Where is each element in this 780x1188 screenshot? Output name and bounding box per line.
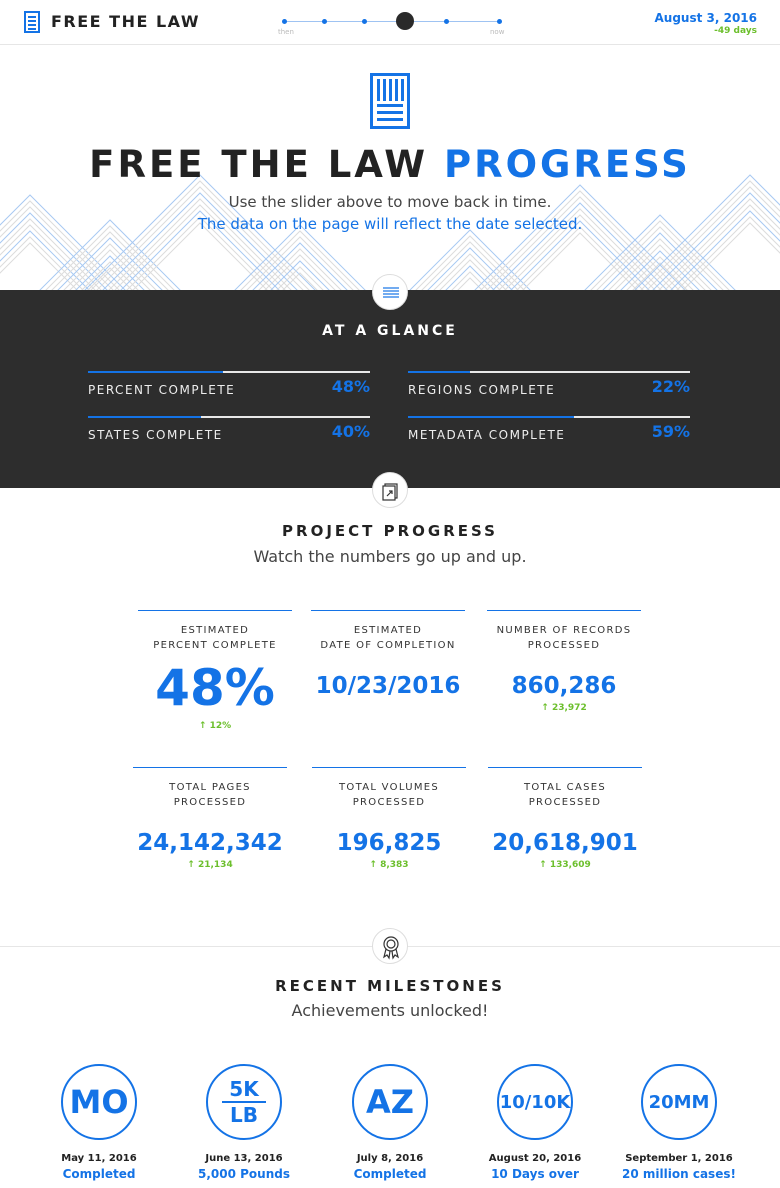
milestone-badge: 5K LB [206, 1064, 282, 1140]
at-a-glance-section: AT A GLANCE PERCENT COMPLETE 48% REGIONS… [0, 274, 780, 508]
slider-handle[interactable] [396, 12, 414, 30]
progress-subtitle: Watch the numbers go up and up. [253, 547, 527, 566]
stat-volumes-processed: TOTAL VOLUMES PROCESSED 196,825 ↑ 8,383 [312, 767, 466, 870]
milestone-item[interactable]: 10/10K August 20, 2016 10 Days over [470, 1064, 600, 1182]
stat-delta: ↑ 12% [198, 721, 232, 731]
milestones-title: RECENT MILESTONES [275, 977, 505, 995]
slider-start-label: then [278, 28, 294, 36]
milestone-text: 5,000 Pounds [198, 1167, 290, 1181]
milestone-date: June 13, 2016 [205, 1153, 283, 1164]
hero-instruction: Use the slider above to move back in tim… [228, 193, 552, 211]
metric-metadata-complete: METADATA COMPLETE 59% [408, 416, 690, 450]
milestone-badge: 20MM [641, 1064, 717, 1140]
stat-cases-processed: TOTAL CASES PROCESSED 20,618,901 ↑ 133,60… [488, 767, 642, 870]
book-logo-icon[interactable] [24, 11, 40, 33]
page-title: FREE THE LAW PROGRESS [89, 143, 691, 186]
milestone-date: May 11, 2016 [61, 1153, 137, 1164]
metric-regions-complete: REGIONS COMPLETE 22% [408, 371, 690, 405]
milestone-text: Completed [62, 1167, 136, 1181]
stat-delta: ↑ 8,383 [369, 860, 409, 870]
milestone-badge: AZ [352, 1064, 428, 1140]
law-book-icon [370, 73, 410, 129]
date-slider[interactable]: then now [278, 10, 510, 40]
milestone-text: 20 million cases! [622, 1167, 736, 1181]
milestone-item[interactable]: MO May 11, 2016 Completed [34, 1064, 164, 1182]
top-bar: FREE THE LAW then now August 3, 2016 -49… [0, 0, 780, 45]
milestone-item[interactable]: 5K LB June 13, 2016 5,000 Pounds [179, 1064, 309, 1182]
stat-completion-date: ESTIMATED DATE OF COMPLETION 10/23/2016 [311, 610, 465, 703]
selected-date: August 3, 2016 [654, 11, 757, 25]
stat-value: 48% [155, 659, 275, 717]
stat-records-processed: NUMBER OF RECORDS PROCESSED 860,286 ↑ 23,… [487, 610, 641, 713]
slider-stop[interactable] [282, 19, 287, 24]
hero-section: FREE THE LAW PROGRESS Use the slider abo… [0, 45, 780, 290]
stat-delta: ↑ 23,972 [541, 703, 587, 713]
glance-title: AT A GLANCE [322, 323, 458, 339]
stat-pages-processed: TOTAL PAGES PROCESSED 24,142,342 ↑ 21,134 [133, 767, 287, 870]
slider-end-label: now [490, 28, 505, 36]
slider-stop[interactable] [362, 19, 367, 24]
metric-percent-complete: PERCENT COMPLETE 48% [88, 371, 370, 405]
milestones-subtitle: Achievements unlocked! [291, 1001, 489, 1020]
slider-stop[interactable] [322, 19, 327, 24]
milestone-badge: 10/10K [497, 1064, 573, 1140]
progress-title: PROJECT PROGRESS [282, 522, 498, 540]
stat-value: 24,142,342 [137, 830, 283, 856]
stat-value: 196,825 [336, 830, 442, 856]
milestone-date: September 1, 2016 [625, 1153, 733, 1164]
list-icon [372, 274, 408, 310]
milestone-text: Completed [353, 1167, 427, 1181]
slider-stop[interactable] [497, 19, 502, 24]
stat-value: 20,618,901 [492, 830, 638, 856]
stat-delta: ↑ 133,609 [539, 860, 591, 870]
stat-value: 860,286 [511, 673, 617, 699]
document-link-icon [372, 472, 408, 508]
milestone-date: July 8, 2016 [356, 1153, 424, 1164]
milestone-badge: MO [61, 1064, 137, 1140]
days-offset: -49 days [714, 26, 757, 36]
milestone-item[interactable]: AZ July 8, 2016 Completed [325, 1064, 455, 1182]
metric-states-complete: STATES COMPLETE 40% [88, 416, 370, 450]
stat-estimated-percent: ESTIMATED PERCENT COMPLETE 48% ↑ 12% [138, 610, 292, 731]
award-ribbon-icon [372, 928, 408, 964]
stat-delta: ↑ 21,134 [187, 860, 233, 870]
milestone-item[interactable]: 20MM September 1, 2016 20 million cases! [614, 1064, 744, 1182]
brand-name[interactable]: FREE THE LAW [51, 12, 200, 31]
milestone-date: August 20, 2016 [488, 1153, 582, 1164]
milestone-text: 10 Days over [491, 1167, 579, 1181]
stat-value: 10/23/2016 [315, 673, 461, 699]
slider-stop[interactable] [444, 19, 449, 24]
hero-note: The data on the page will reflect the da… [197, 215, 583, 233]
